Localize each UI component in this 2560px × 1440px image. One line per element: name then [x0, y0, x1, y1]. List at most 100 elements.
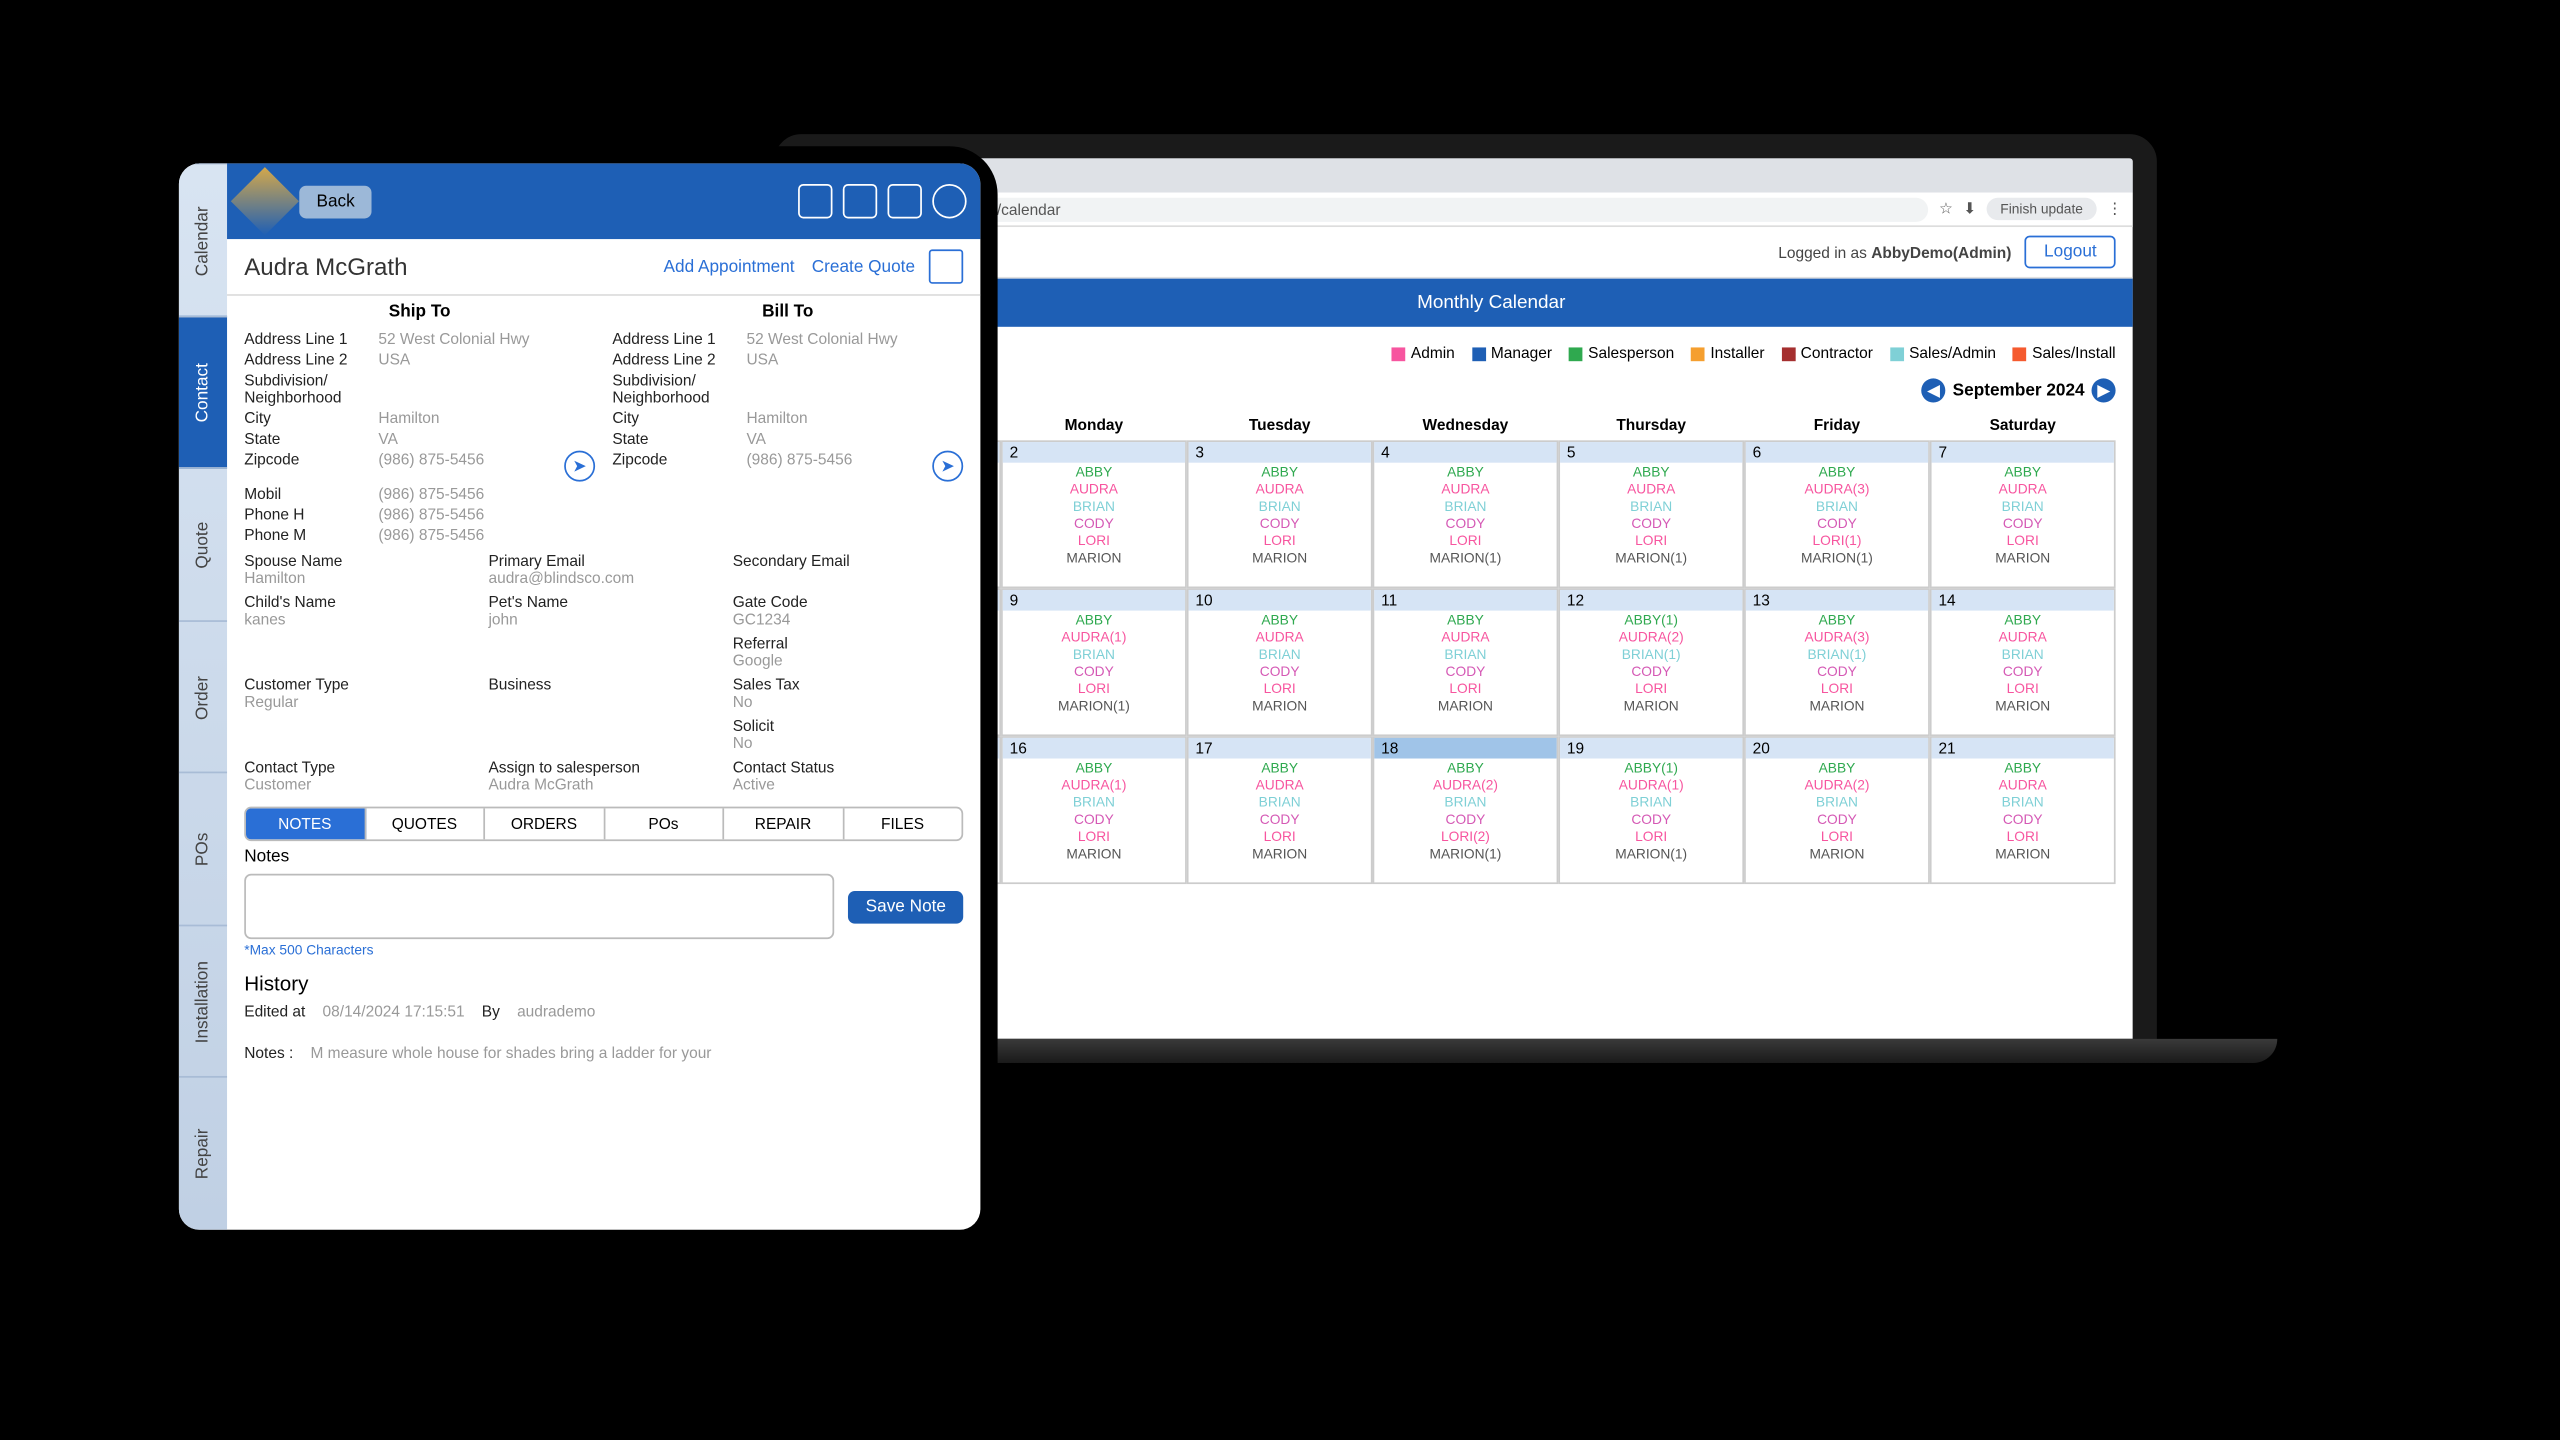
event[interactable]: AUDRA [1189, 628, 1371, 645]
add-appointment-link[interactable]: Add Appointment [664, 257, 795, 276]
side-tab-repair[interactable]: Repair [179, 1078, 227, 1230]
event[interactable]: BRIAN [1560, 793, 1742, 810]
event[interactable]: CODY [1932, 810, 2114, 827]
create-quote-link[interactable]: Create Quote [812, 257, 915, 276]
event[interactable]: ABBY [1374, 611, 1556, 628]
event[interactable]: AUDRA [1189, 480, 1371, 497]
event[interactable]: ABBY [1746, 463, 1928, 480]
document-icon[interactable] [929, 249, 963, 283]
event[interactable]: LORI [1932, 679, 2114, 696]
event[interactable]: CODY [1560, 514, 1742, 531]
event[interactable]: LORI [1560, 679, 1742, 696]
event[interactable]: MARION(1) [1560, 845, 1742, 862]
event[interactable]: BRIAN [1374, 645, 1556, 662]
event[interactable]: ABBY [1932, 463, 2114, 480]
event[interactable]: CODY [1746, 514, 1928, 531]
event[interactable]: AUDRA [1374, 628, 1556, 645]
event[interactable]: ABBY [1189, 463, 1371, 480]
event[interactable]: BRIAN [1746, 497, 1928, 514]
event[interactable]: AUDRA(2) [1374, 776, 1556, 793]
event[interactable]: LORI [1746, 679, 1928, 696]
event[interactable]: MARION [1189, 549, 1371, 566]
save-note-button[interactable]: Save Note [848, 890, 963, 923]
event[interactable]: LORI [1003, 679, 1185, 696]
event[interactable]: MARION [1932, 845, 2114, 862]
event[interactable]: AUDRA [1932, 628, 2114, 645]
event[interactable]: AUDRA(2) [1560, 628, 1742, 645]
event[interactable]: MARION(1) [1374, 549, 1556, 566]
event[interactable]: CODY [1003, 514, 1185, 531]
event[interactable]: BRIAN [1003, 645, 1185, 662]
event[interactable]: CODY [1560, 810, 1742, 827]
side-tab-calendar[interactable]: Calendar [179, 163, 227, 315]
archive-icon[interactable] [798, 184, 832, 218]
subtab-repair[interactable]: REPAIR [724, 808, 844, 839]
event[interactable]: BRIAN(1) [1560, 645, 1742, 662]
event[interactable]: AUDRA(2) [1746, 776, 1928, 793]
event[interactable]: BRIAN [1932, 645, 2114, 662]
event[interactable]: BRIAN(1) [1746, 645, 1928, 662]
event[interactable]: MARION [1746, 697, 1928, 714]
event[interactable]: AUDRA(3) [1746, 480, 1928, 497]
event[interactable]: MARION [1003, 549, 1185, 566]
event[interactable]: MARION [1374, 697, 1556, 714]
event[interactable]: BRIAN [1560, 497, 1742, 514]
event[interactable]: BRIAN [1932, 793, 2114, 810]
calendar-cell[interactable]: 11ABBYAUDRABRIANCODYLORIMARION [1373, 588, 1559, 736]
event[interactable]: LORI [1746, 827, 1928, 844]
calendar-cell[interactable]: 14ABBYAUDRABRIANCODYLORIMARION [1930, 588, 2116, 736]
side-tab-order[interactable]: Order [179, 620, 227, 772]
calendar-cell[interactable]: 9ABBYAUDRA(1)BRIANCODYLORIMARION(1) [1001, 588, 1187, 736]
event[interactable]: ABBY [1746, 611, 1928, 628]
event[interactable]: AUDRA [1560, 480, 1742, 497]
event[interactable]: MARION [1932, 697, 2114, 714]
event[interactable]: MARION [1003, 845, 1185, 862]
event[interactable]: MARION(1) [1560, 549, 1742, 566]
kebab-menu-icon[interactable]: ⋮ [2107, 200, 2122, 219]
event[interactable]: BRIAN [1932, 497, 2114, 514]
event[interactable]: LORI [1932, 827, 2114, 844]
finish-update-button[interactable]: Finish update [1987, 198, 2097, 220]
event[interactable]: CODY [1003, 662, 1185, 679]
event[interactable]: MARION [1746, 845, 1928, 862]
event[interactable]: ABBY [1003, 759, 1185, 776]
event[interactable]: BRIAN [1374, 793, 1556, 810]
event[interactable]: CODY [1003, 810, 1185, 827]
event[interactable]: LORI [1932, 531, 2114, 548]
event[interactable]: BRIAN [1189, 793, 1371, 810]
event[interactable]: CODY [1374, 662, 1556, 679]
event[interactable]: CODY [1189, 514, 1371, 531]
calendar-cell[interactable]: 18ABBYAUDRA(2)BRIANCODYLORI(2)MARION(1) [1373, 736, 1559, 884]
event[interactable]: LORI(2) [1374, 827, 1556, 844]
event[interactable]: LORI [1189, 531, 1371, 548]
calendar-cell[interactable]: 19ABBY(1)AUDRA(1)BRIANCODYLORIMARION(1) [1558, 736, 1744, 884]
event[interactable]: AUDRA [1932, 480, 2114, 497]
event[interactable]: AUDRA(1) [1003, 776, 1185, 793]
calendar-cell[interactable]: 13ABBYAUDRA(3)BRIAN(1)CODYLORIMARION [1744, 588, 1930, 736]
calendar-cell[interactable]: 4ABBYAUDRABRIANCODYLORIMARION(1) [1373, 440, 1559, 588]
chart-icon[interactable] [888, 184, 922, 218]
calendar-cell[interactable]: 12ABBY(1)AUDRA(2)BRIAN(1)CODYLORIMARION [1558, 588, 1744, 736]
calendar-cell[interactable]: 10ABBYAUDRABRIANCODYLORIMARION [1187, 588, 1373, 736]
calendar-cell[interactable]: 7ABBYAUDRABRIANCODYLORIMARION [1930, 440, 2116, 588]
calendar-cell[interactable]: 2ABBYAUDRABRIANCODYLORIMARION [1001, 440, 1187, 588]
event[interactable]: ABBY [1374, 463, 1556, 480]
event[interactable]: LORI [1560, 827, 1742, 844]
event[interactable]: MARION(1) [1374, 845, 1556, 862]
subtab-orders[interactable]: ORDERS [485, 808, 605, 839]
calendar-cell[interactable]: 5ABBYAUDRABRIANCODYLORIMARION(1) [1558, 440, 1744, 588]
calendar-cell[interactable]: 16ABBYAUDRA(1)BRIANCODYLORIMARION [1001, 736, 1187, 884]
event[interactable]: BRIAN [1189, 645, 1371, 662]
event[interactable]: MARION [1560, 697, 1742, 714]
note-input[interactable] [244, 874, 834, 939]
calendar-cell[interactable]: 3ABBYAUDRABRIANCODYLORIMARION [1187, 440, 1373, 588]
event[interactable]: MARION(1) [1746, 549, 1928, 566]
event[interactable]: AUDRA [1932, 776, 2114, 793]
side-tab-contact[interactable]: Contact [179, 316, 227, 468]
event[interactable]: ABBY [1374, 759, 1556, 776]
event[interactable]: ABBY [1003, 463, 1185, 480]
star-icon[interactable]: ☆ [1939, 200, 1953, 219]
subtab-files[interactable]: FILES [844, 808, 962, 839]
next-month-icon[interactable]: ▶ [2092, 378, 2116, 402]
event[interactable]: LORI [1374, 679, 1556, 696]
